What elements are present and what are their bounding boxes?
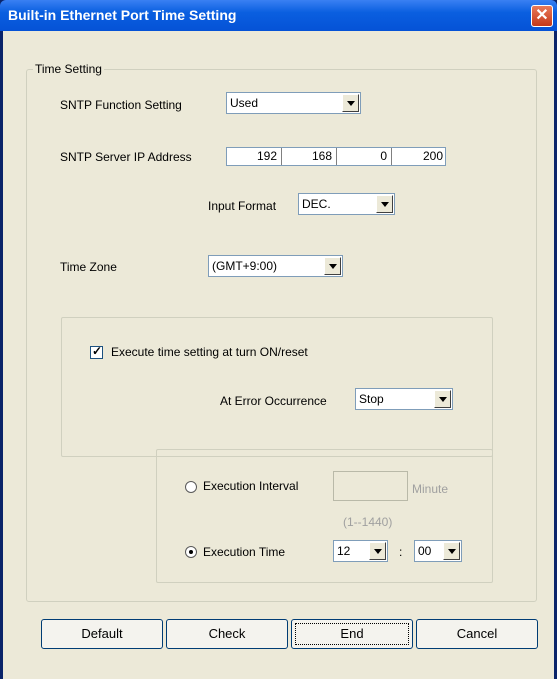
radio-selected-dot: [189, 550, 193, 554]
sntp-function-value: Used: [230, 96, 259, 110]
execution-interval-range: (1--1440): [343, 515, 393, 529]
title-bar[interactable]: Built-in Ethernet Port Time Setting ✕: [0, 0, 557, 31]
check-button[interactable]: Check: [166, 619, 288, 649]
schedule-panel: [156, 449, 493, 583]
ip-octet-2[interactable]: 168: [282, 148, 337, 165]
error-occurrence-value: Stop: [359, 392, 384, 406]
execution-minute-value: 00: [418, 544, 432, 558]
default-button[interactable]: Default: [41, 619, 163, 649]
cancel-button[interactable]: Cancel: [416, 619, 538, 649]
chevron-down-icon[interactable]: [376, 195, 393, 213]
end-button[interactable]: End: [291, 619, 413, 649]
ip-octet-3[interactable]: 0: [337, 148, 392, 165]
chevron-down-icon[interactable]: [434, 390, 451, 408]
execute-time-setting-label[interactable]: Execute time setting at turn ON/reset: [111, 345, 308, 359]
time-zone-label: Time Zone: [60, 260, 117, 274]
dialog-client-area: Time Setting SNTP Function Setting Used …: [3, 31, 554, 679]
execute-time-setting-checkbox[interactable]: ✓: [90, 344, 103, 359]
time-setting-legend: Time Setting: [35, 62, 102, 76]
sntp-function-label: SNTP Function Setting: [60, 98, 182, 112]
error-occurrence-label: At Error Occurrence: [220, 394, 327, 408]
error-occurrence-select[interactable]: Stop: [355, 388, 453, 410]
ip-octet-4[interactable]: 200: [392, 148, 447, 165]
execution-minute-select[interactable]: 00: [414, 540, 462, 562]
check-icon: ✓: [92, 344, 103, 358]
chevron-down-icon[interactable]: [324, 257, 341, 275]
input-format-select[interactable]: DEC.: [298, 193, 395, 215]
chevron-down-icon[interactable]: [369, 542, 386, 560]
execute-panel: [61, 317, 493, 457]
dialog-window: Built-in Ethernet Port Time Setting ✕ Ti…: [0, 0, 557, 679]
input-format-value: DEC.: [302, 197, 331, 211]
execution-time-radio[interactable]: [185, 546, 197, 558]
sntp-function-select[interactable]: Used: [226, 92, 361, 114]
chevron-down-icon[interactable]: [443, 542, 460, 560]
focus-rectangle: [295, 623, 409, 645]
execution-interval-unit: Minute: [412, 482, 449, 496]
chevron-down-icon[interactable]: [342, 94, 359, 112]
ip-octet-1[interactable]: 192: [227, 148, 282, 165]
time-zone-select[interactable]: (GMT+9:00): [208, 255, 343, 277]
close-icon[interactable]: ✕: [531, 5, 553, 27]
execution-interval-radio[interactable]: [185, 481, 197, 493]
execution-hour-value: 12: [337, 544, 351, 558]
sntp-server-ip-input[interactable]: 192 168 0 200: [226, 147, 446, 166]
execution-interval-label[interactable]: Execution Interval: [203, 479, 298, 493]
execution-time-label[interactable]: Execution Time: [203, 545, 285, 559]
time-zone-value: (GMT+9:00): [212, 259, 278, 273]
execution-hour-select[interactable]: 12: [333, 540, 388, 562]
input-format-label: Input Format: [208, 199, 277, 213]
dialog-title: Built-in Ethernet Port Time Setting: [8, 7, 237, 23]
time-separator: :: [399, 545, 403, 559]
sntp-server-label: SNTP Server IP Address: [60, 150, 192, 164]
execution-interval-input[interactable]: [333, 471, 408, 501]
